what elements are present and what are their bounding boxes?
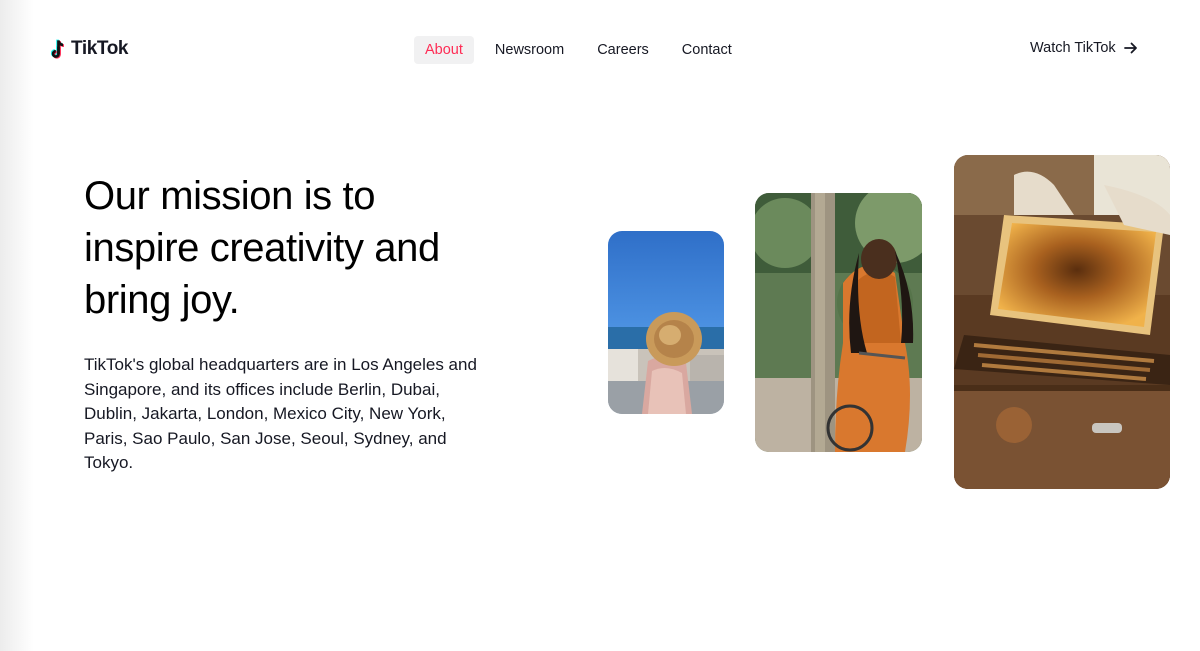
main-nav: About Newsroom Careers Contact: [414, 36, 743, 64]
tiktok-logo[interactable]: TikTok: [51, 38, 128, 60]
watch-tiktok-link[interactable]: Watch TikTok: [1030, 40, 1138, 56]
headquarters-paragraph: TikTok's global headquarters are in Los …: [84, 355, 477, 472]
photo-beekeeper-honeycomb: [954, 155, 1170, 489]
tiktok-logo-icon: [51, 39, 65, 59]
photo-woman-sea: [608, 231, 724, 414]
nav-item-careers[interactable]: Careers: [586, 36, 660, 64]
arrow-right-icon: [1123, 42, 1137, 54]
nav-item-about[interactable]: About: [414, 36, 474, 64]
nav-item-newsroom[interactable]: Newsroom: [484, 36, 575, 64]
watch-tiktok-label: Watch TikTok: [1030, 40, 1116, 56]
photo-woman-bicycle: [755, 193, 922, 452]
mission-headline: Our mission is to inspire creativity and…: [84, 174, 440, 322]
logo-wordmark: TikTok: [71, 38, 129, 59]
nav-item-contact[interactable]: Contact: [671, 36, 743, 64]
page-edge-shadow: [0, 0, 34, 651]
